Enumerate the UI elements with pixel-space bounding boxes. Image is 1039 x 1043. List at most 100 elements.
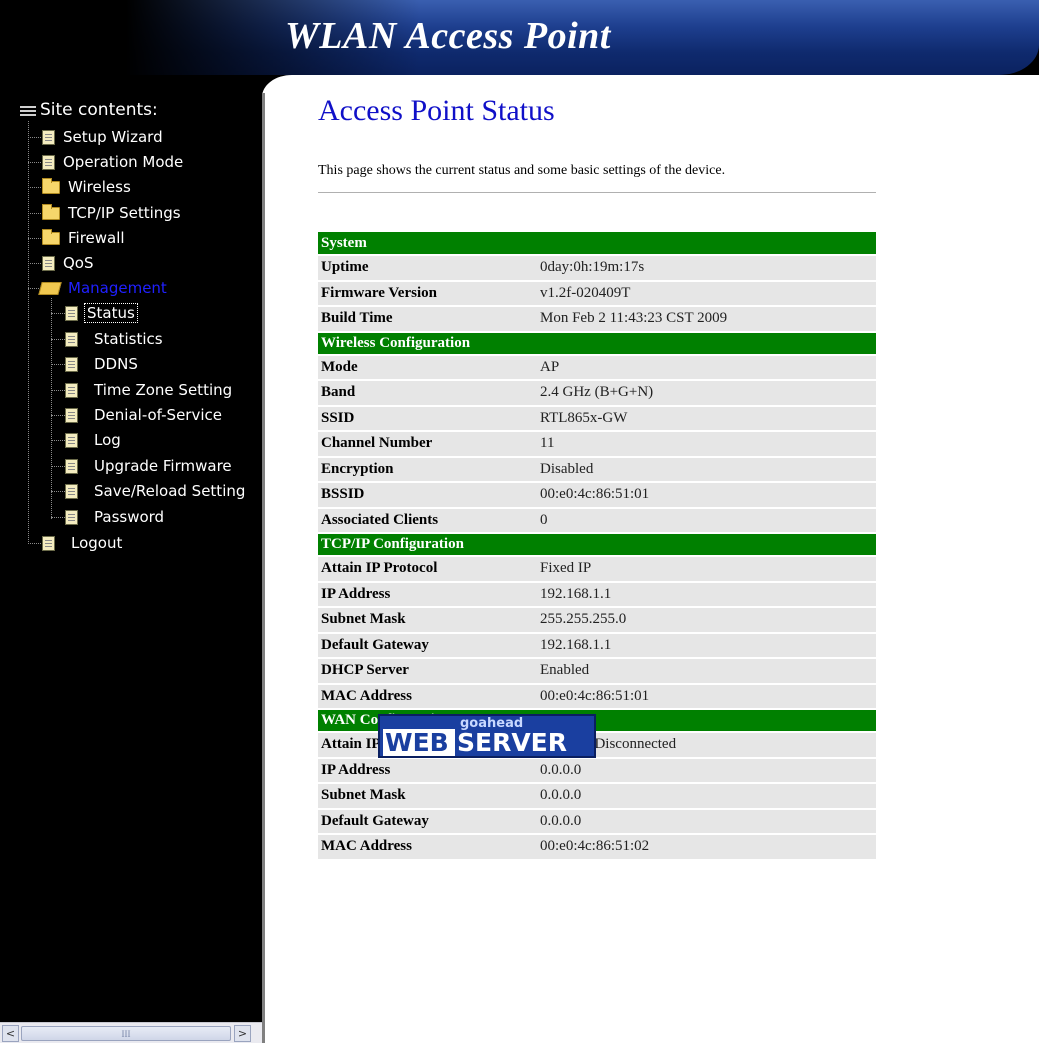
document-icon <box>42 535 55 551</box>
table-row: MAC Address 00:e0:4c:86:51:01 <box>318 683 876 710</box>
tree-line <box>51 313 65 314</box>
tree-line <box>28 213 43 214</box>
tree-root-icon <box>20 106 36 118</box>
nav-operation-mode[interactable]: Operation Mode <box>42 151 183 173</box>
tree-line <box>51 466 65 467</box>
nav-qos[interactable]: QoS <box>42 252 94 274</box>
nav-label: Time Zone Setting <box>94 381 233 399</box>
sidebar-nav <box>0 93 262 1022</box>
table-row: Default Gateway 0.0.0.0 <box>318 808 876 835</box>
nav-label: TCP/IP Settings <box>68 204 181 222</box>
nav-status[interactable]: Status <box>65 302 138 324</box>
section-heading: TCP/IP Configuration <box>318 533 876 557</box>
document-icon <box>65 432 78 448</box>
tree-line <box>51 390 65 391</box>
section-header: TCP/IP Configuration <box>318 533 876 557</box>
row-key: Subnet Mask <box>318 783 536 810</box>
row-key: Associated Clients <box>318 507 536 534</box>
folder-icon <box>42 177 60 194</box>
horizontal-scrollbar[interactable]: < III > <box>0 1022 262 1043</box>
scroll-left-button[interactable]: < <box>2 1025 19 1042</box>
nav-ddns[interactable]: DDNS <box>65 353 138 375</box>
tree-line <box>51 440 65 441</box>
table-row: Default Gateway 192.168.1.1 <box>318 632 876 659</box>
row-key: Default Gateway <box>318 808 536 835</box>
row-value: 0 <box>536 507 876 534</box>
row-value: 192.168.1.1 <box>536 581 876 608</box>
app-title: WLAN Access Point <box>285 15 611 57</box>
scrollbar-thumb[interactable]: III <box>21 1026 231 1041</box>
row-key: Default Gateway <box>318 632 536 659</box>
row-value: 0day:0h:19m:17s <box>536 255 876 282</box>
row-key: Uptime <box>318 255 536 282</box>
nav-password[interactable]: Password <box>65 506 164 528</box>
document-icon <box>42 129 55 145</box>
row-value: Enabled <box>536 658 876 685</box>
row-value: v1.2f-020409T <box>536 280 876 307</box>
folder-open-icon <box>38 281 62 295</box>
nav-setup-wizard[interactable]: Setup Wizard <box>42 126 163 148</box>
document-icon <box>65 331 78 347</box>
goahead-webserver-logo[interactable]: goahead WEB SERVER <box>378 714 596 758</box>
nav-wireless[interactable]: Wireless <box>42 176 131 198</box>
logo-web-text: WEB <box>383 729 455 756</box>
document-icon <box>42 255 55 271</box>
document-icon <box>65 509 78 525</box>
table-row: Firmware Version v1.2f-020409T <box>318 280 876 307</box>
table-row: BSSID 00:e0:4c:86:51:01 <box>318 482 876 509</box>
nav-label: Status <box>84 303 138 323</box>
row-value: 0.0.0.0 <box>536 783 876 810</box>
frame-divider[interactable] <box>262 93 265 1043</box>
table-row: Subnet Mask 255.255.255.0 <box>318 607 876 634</box>
row-value: 11 <box>536 431 876 458</box>
page-title: Access Point Status <box>318 94 555 127</box>
tree-line <box>51 491 65 492</box>
row-value: 00:e0:4c:86:51:01 <box>536 683 876 710</box>
table-row: IP Address 192.168.1.1 <box>318 581 876 608</box>
tree-line <box>28 238 43 239</box>
nav-label: Operation Mode <box>63 153 184 171</box>
status-table: System Uptime 0day:0h:19m:17s Firmware Ve… <box>318 232 876 861</box>
row-key: Channel Number <box>318 431 536 458</box>
nav-denial-of-service[interactable]: Denial-of-Service <box>65 404 222 426</box>
nav-log[interactable]: Log <box>65 429 121 451</box>
document-icon <box>65 407 78 423</box>
nav-label: Firewall <box>68 229 125 247</box>
tree-line <box>51 415 65 416</box>
nav-upgrade-firmware[interactable]: Upgrade Firmware <box>65 455 232 477</box>
nav-logout[interactable]: Logout <box>42 532 122 554</box>
scroll-right-button[interactable]: > <box>234 1025 251 1042</box>
nav-label: QoS <box>63 254 94 272</box>
row-key: MAC Address <box>318 683 536 710</box>
nav-label: Management <box>68 279 167 297</box>
document-icon <box>42 154 55 170</box>
section-heading: Wireless Configuration <box>318 331 876 356</box>
row-value: Fixed IP <box>536 556 876 583</box>
site-contents-label: Site contents: <box>40 100 158 120</box>
divider <box>318 192 876 193</box>
table-row: DHCP Server Enabled <box>318 658 876 685</box>
logo-server-text: SERVER <box>457 728 568 757</box>
nav-save-reload-setting[interactable]: Save/Reload Setting <box>65 480 245 502</box>
row-value: RTL865x-GW <box>536 405 876 432</box>
nav-label: Save/Reload Setting <box>94 482 246 500</box>
nav-tcpip-settings[interactable]: TCP/IP Settings <box>42 202 181 224</box>
nav-statistics[interactable]: Statistics <box>65 328 163 350</box>
row-value: 192.168.1.1 <box>536 632 876 659</box>
tree-line <box>51 364 65 365</box>
document-icon <box>65 382 78 398</box>
tree-line <box>51 298 52 519</box>
nav-management[interactable]: Management <box>38 277 167 299</box>
row-value: Disabled <box>536 456 876 483</box>
row-key: Mode <box>318 354 536 381</box>
nav-label: Statistics <box>94 330 163 348</box>
table-row: Channel Number 11 <box>318 431 876 458</box>
row-key: DHCP Server <box>318 658 536 685</box>
row-value: 0.0.0.0 <box>536 757 876 784</box>
table-row: IP Address 0.0.0.0 <box>318 757 876 784</box>
nav-firewall[interactable]: Firewall <box>42 227 125 249</box>
row-value: AP <box>536 354 876 381</box>
table-row: Band 2.4 GHz (B+G+N) <box>318 380 876 407</box>
table-row: Uptime 0day:0h:19m:17s <box>318 255 876 282</box>
nav-time-zone-setting[interactable]: Time Zone Setting <box>65 379 232 401</box>
